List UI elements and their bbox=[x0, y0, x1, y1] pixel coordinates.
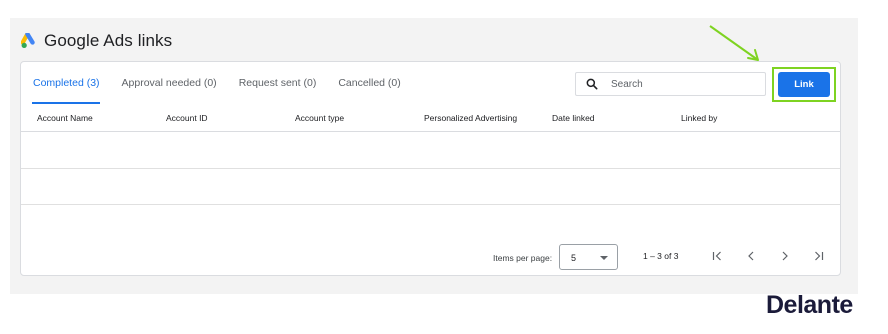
table-header: Account Name Account ID Account type Per… bbox=[21, 104, 840, 132]
next-page-button[interactable] bbox=[777, 248, 793, 264]
search-icon bbox=[586, 78, 598, 90]
google-ads-logo-icon bbox=[21, 33, 35, 48]
column-header-date-linked[interactable]: Date linked bbox=[552, 113, 595, 123]
chevron-right-icon bbox=[782, 251, 788, 261]
last-page-button[interactable] bbox=[811, 248, 827, 264]
pagination-range: 1 – 3 of 3 bbox=[643, 251, 679, 261]
column-header-account-id[interactable]: Account ID bbox=[166, 113, 208, 123]
page-title: Google Ads links bbox=[44, 31, 173, 50]
first-page-icon bbox=[712, 251, 721, 261]
table-row[interactable] bbox=[21, 132, 840, 169]
first-page-button[interactable] bbox=[709, 248, 725, 264]
page-header: Google Ads links bbox=[21, 30, 172, 52]
column-header-personalized-advertising[interactable]: Personalized Advertising bbox=[424, 113, 517, 123]
items-per-page-value: 5 bbox=[571, 253, 577, 263]
items-per-page-label: Items per page: bbox=[493, 253, 553, 263]
pagination-bar: Items per page: 5 1 – 3 of 3 bbox=[21, 242, 840, 272]
tab-completed[interactable]: Completed (3) bbox=[21, 62, 111, 104]
search-box[interactable] bbox=[575, 72, 766, 96]
tab-approval-needed[interactable]: Approval needed (0) bbox=[111, 62, 228, 104]
tab-cancelled[interactable]: Cancelled (0) bbox=[327, 62, 411, 104]
chevron-left-icon bbox=[748, 251, 754, 261]
links-card: Completed (3) Approval needed (0) Reques… bbox=[20, 61, 841, 276]
column-header-linked-by[interactable]: Linked by bbox=[681, 113, 717, 123]
column-header-account-name[interactable]: Account Name bbox=[37, 113, 93, 123]
column-header-account-type[interactable]: Account type bbox=[295, 113, 344, 123]
dropdown-caret-icon bbox=[600, 256, 608, 260]
table-row[interactable] bbox=[21, 168, 840, 205]
last-page-icon bbox=[815, 251, 824, 261]
tab-bar: Completed (3) Approval needed (0) Reques… bbox=[21, 62, 412, 104]
table-row[interactable] bbox=[21, 204, 840, 240]
search-input[interactable] bbox=[611, 78, 751, 90]
items-per-page-select[interactable]: 5 bbox=[559, 244, 618, 270]
previous-page-button[interactable] bbox=[743, 248, 759, 264]
link-button[interactable]: Link bbox=[778, 72, 830, 97]
tab-request-sent[interactable]: Request sent (0) bbox=[228, 62, 328, 104]
delante-watermark: Delante bbox=[766, 291, 853, 319]
